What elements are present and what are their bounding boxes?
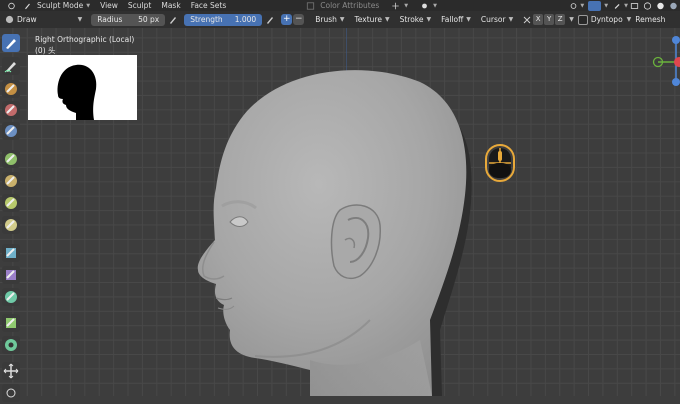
gizmo-x-icon — [674, 57, 680, 67]
scrape-icon[interactable] — [2, 244, 20, 262]
texture-menu[interactable]: Texture ▼ — [350, 13, 395, 26]
sculpt-mode-icon — [8, 2, 15, 9]
strength-pressure-icon[interactable] — [265, 15, 275, 25]
dyntopo-checkbox[interactable] — [577, 14, 588, 25]
menu-sculpt[interactable]: Sculpt — [123, 1, 156, 10]
smooth-brush-icon[interactable] — [2, 57, 20, 75]
cursor-menu-label: Cursor — [480, 15, 506, 24]
chevron-down-icon: ▼ — [466, 16, 471, 23]
view-name: Right Orthographic (Local) — [35, 35, 135, 44]
brush-name: Draw — [17, 15, 37, 24]
solid-shading-icon[interactable] — [656, 2, 665, 10]
silhouette-image — [57, 64, 97, 120]
mode-label: Sculpt Mode — [37, 1, 84, 10]
strength-value: 1.000 — [234, 15, 257, 24]
menu-face-sets[interactable]: Face Sets — [186, 1, 232, 10]
color-attributes-label: Color Attributes — [320, 1, 380, 10]
transform-icon[interactable] — [2, 362, 20, 380]
pose-icon[interactable] — [2, 314, 20, 332]
chevron-down-icon: ▼ — [569, 16, 574, 23]
crease-icon[interactable] — [2, 172, 20, 190]
navigation-gizmo[interactable] — [652, 30, 680, 90]
radius-value: 50 px — [138, 15, 160, 24]
flatten-icon[interactable] — [2, 216, 20, 234]
chevron-down-icon: ▼ — [404, 2, 409, 9]
menu-view[interactable]: View — [95, 1, 123, 10]
direction-subtract-button[interactable]: − — [293, 14, 305, 25]
radius-label: Radius — [97, 15, 123, 24]
color-attributes-dropdown[interactable]: Color Attributes — [299, 1, 384, 10]
brush-menu-label: Brush — [315, 15, 337, 24]
stroke-menu-label: Stroke — [399, 15, 424, 24]
radius-field[interactable]: Radius 50 px — [91, 13, 166, 26]
remesh-menu[interactable]: Remesh — [635, 15, 665, 24]
gizmo-toggle-icon[interactable] — [588, 0, 602, 11]
symmetry-icon[interactable] — [522, 15, 532, 25]
falloff-menu[interactable]: Falloff ▼ — [436, 13, 476, 26]
reference-image — [28, 55, 137, 120]
eyedropper-icon[interactable] — [613, 2, 622, 10]
mask-icon[interactable] — [2, 336, 20, 354]
annotate-icon[interactable] — [2, 384, 20, 402]
strength-label: Strength — [190, 15, 223, 24]
chevron-down-icon: ▼ — [604, 2, 609, 9]
xray-icon[interactable] — [630, 2, 639, 10]
direction-add-button[interactable]: + — [281, 14, 293, 25]
chevron-down-icon: ▼ — [384, 16, 390, 23]
chevron-down-icon: ▼ — [86, 2, 91, 9]
chevron-down-icon: ▼ — [339, 16, 345, 23]
draw-brush-icon[interactable] — [2, 34, 20, 52]
pivot-dot-icon — [422, 3, 428, 8]
snake-hook-icon[interactable] — [2, 266, 20, 284]
orientation-icon — [392, 2, 399, 9]
layer-icon[interactable] — [2, 150, 20, 168]
draw-brush-icon — [5, 15, 14, 24]
chevron-down-icon: ▼ — [426, 16, 432, 23]
thumb-icon[interactable] — [2, 288, 20, 306]
chevron-down-icon: ▼ — [433, 2, 437, 9]
mode-selector[interactable]: Sculpt Mode ▼ — [0, 1, 95, 10]
strength-field[interactable]: Strength 1.000 — [184, 13, 263, 26]
transform-orientation[interactable]: ▼ — [384, 2, 413, 10]
brush-selector[interactable]: Draw ▼ — [0, 13, 87, 26]
inflate-icon[interactable] — [2, 101, 20, 119]
menu-mask[interactable]: Mask — [156, 1, 185, 10]
stroke-menu[interactable]: Stroke ▼ — [395, 13, 437, 26]
symmetry-y-toggle[interactable]: Y — [544, 14, 555, 25]
menu-bar: Sculpt Mode ▼ View Sculpt Mask Face Sets… — [0, 0, 680, 11]
material-shading-icon[interactable] — [669, 2, 678, 10]
radius-pressure-icon[interactable] — [168, 15, 178, 25]
dyntopo-toggle[interactable]: Dyntopo — [577, 14, 623, 25]
symmetry-z-toggle[interactable]: Z — [555, 14, 566, 25]
chevron-down-icon: ▼ — [626, 16, 632, 23]
brush-menu[interactable]: Brush ▼ — [310, 13, 349, 26]
pivot-point[interactable]: ▼ — [413, 2, 442, 10]
texture-menu-label: Texture — [354, 15, 382, 24]
tool-header: Draw ▼ Radius 50 px Strength 1.000 + − B… — [0, 11, 680, 28]
chevron-down-icon: ▼ — [77, 16, 83, 23]
mouse-icon — [485, 144, 515, 182]
chevron-down-icon: ▼ — [624, 2, 628, 9]
gizmo-z-icon — [672, 36, 680, 44]
brush-icon — [25, 3, 30, 9]
wireframe-shading-icon[interactable] — [643, 1, 652, 10]
viewport-info: Right Orthographic (Local) (0) 头 — [35, 34, 134, 56]
grab-icon[interactable] — [2, 122, 20, 140]
symmetry-x-toggle[interactable]: X — [533, 14, 544, 25]
cursor-menu[interactable]: Cursor ▼ — [476, 13, 518, 26]
chevron-down-icon: ▼ — [508, 16, 514, 23]
chevron-down-icon: ▼ — [580, 2, 585, 9]
clay-strips-icon[interactable] — [2, 80, 20, 98]
overlay-icon[interactable] — [569, 2, 578, 10]
falloff-menu-label: Falloff — [441, 15, 464, 24]
tool-shelf — [0, 30, 22, 402]
color-attribute-icon — [307, 1, 315, 10]
pinch-icon[interactable] — [2, 194, 20, 212]
dyntopo-label: Dyntopo — [590, 15, 623, 24]
gizmo-z-negative-icon — [672, 78, 680, 86]
